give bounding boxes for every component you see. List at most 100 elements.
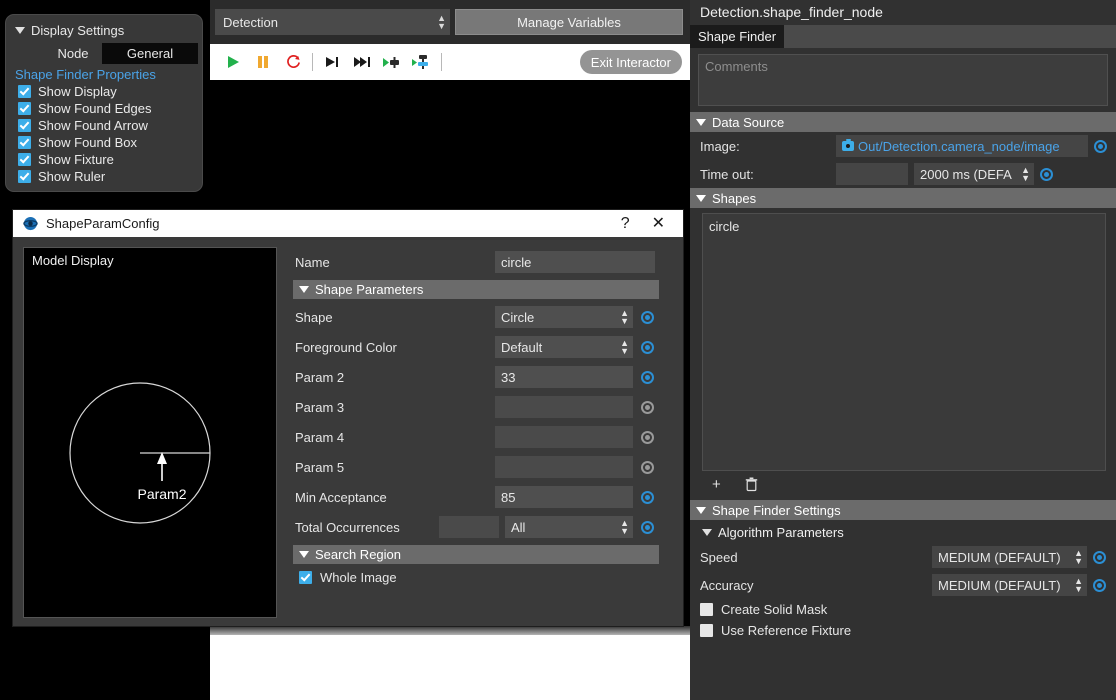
row-whole-image[interactable]: Whole Image	[287, 567, 673, 588]
run-to-node-icon[interactable]	[407, 47, 437, 77]
dialog-title-text: ShapeParamConfig	[46, 216, 160, 231]
dialog-titlebar[interactable]: ShapeParamConfig ? ✕	[13, 210, 683, 237]
shape-binding-indicator[interactable]	[640, 310, 654, 324]
param-5-input[interactable]	[495, 456, 633, 478]
algorithm-parameters-label: Algorithm Parameters	[718, 525, 844, 540]
timeout-unit-select[interactable]: 2000 ms (DEFA ▲ ▼	[914, 163, 1034, 185]
chevron-down-icon	[696, 194, 706, 202]
toolbar-separator-1	[312, 53, 313, 71]
min-acceptance-input[interactable]: 85	[495, 486, 633, 508]
label-show-found-edges: Show Found Edges	[38, 101, 152, 116]
list-item[interactable]: circle	[707, 218, 1105, 235]
param-3-label: Param 3	[295, 399, 345, 415]
shape-select[interactable]: Circle ▲ ▼	[495, 306, 633, 328]
chevron-down-icon	[15, 27, 25, 34]
display-settings-panel: Display Settings Node General Shape Find…	[5, 14, 203, 192]
toolbar-separator-2	[441, 53, 442, 71]
delete-shape-icon[interactable]	[745, 477, 758, 496]
param-4-binding-indicator[interactable]	[640, 430, 654, 444]
timeout-binding-indicator[interactable]	[1040, 167, 1053, 181]
image-source-field[interactable]: Out/Detection.camera_node/image	[836, 135, 1088, 157]
checkbox-row-show-fixture[interactable]: Show Fixture	[6, 151, 202, 168]
total-occurrences-input[interactable]	[439, 516, 499, 538]
total-occurrences-binding-indicator[interactable]	[640, 520, 654, 534]
checkbox-show-found-arrow[interactable]	[18, 119, 31, 132]
timeout-label: Time out:	[700, 166, 754, 182]
accuracy-select[interactable]: MEDIUM (DEFAULT) ▲ ▼	[932, 574, 1087, 596]
label-whole-image: Whole Image	[320, 570, 397, 585]
row-shape: Shape Circle ▲ ▼	[287, 302, 673, 332]
foreground-color-binding-indicator[interactable]	[640, 340, 654, 354]
param-5-label: Param 5	[295, 459, 345, 475]
row-use-reference-fixture[interactable]: Use Reference Fixture	[690, 620, 1116, 641]
min-acceptance-binding-indicator[interactable]	[640, 490, 654, 504]
param-2-input[interactable]: 33	[495, 366, 633, 388]
checkbox-whole-image[interactable]	[299, 571, 312, 584]
help-button[interactable]: ?	[621, 215, 630, 232]
param-3-input[interactable]	[495, 396, 633, 418]
foreground-color-select[interactable]: Default ▲ ▼	[495, 336, 633, 358]
pause-icon[interactable]	[248, 47, 278, 77]
checkbox-row-show-found-box[interactable]: Show Found Box	[6, 134, 202, 151]
checkbox-show-display[interactable]	[18, 85, 31, 98]
skip-forward-icon[interactable]	[347, 47, 377, 77]
exit-interactor-button[interactable]: Exit Interactor	[579, 50, 682, 74]
tab-node[interactable]: Node	[44, 43, 102, 64]
checkbox-create-solid-mask[interactable]	[700, 603, 713, 616]
node-properties-panel: Detection.shape_finder_node Shape Finder…	[690, 0, 1116, 700]
shapes-actions: +	[690, 471, 1116, 500]
shapes-list[interactable]: circle	[702, 213, 1106, 471]
node-path-title: Detection.shape_finder_node	[690, 0, 1116, 25]
image-binding-indicator[interactable]	[1094, 139, 1107, 153]
timeout-input[interactable]	[836, 163, 908, 185]
viewer-backdrop	[210, 80, 690, 210]
tab-general[interactable]: General	[102, 43, 198, 64]
model-display-canvas[interactable]: Model Display Param2	[23, 247, 277, 618]
run-node-icon[interactable]	[377, 47, 407, 77]
close-icon[interactable]: ✕	[652, 215, 665, 232]
param-2-label: Param 2	[295, 369, 345, 385]
speed-binding-indicator[interactable]	[1093, 550, 1106, 564]
section-shapes[interactable]: Shapes	[690, 188, 1116, 208]
section-search-region[interactable]: Search Region	[293, 545, 659, 564]
accuracy-label: Accuracy	[700, 577, 754, 593]
pipeline-select[interactable]: Detection ▲ ▼	[215, 9, 450, 35]
row-total-occurrences: Total Occurrences All ▲ ▼	[287, 512, 673, 542]
checkbox-show-found-box[interactable]	[18, 136, 31, 149]
param-3-binding-indicator[interactable]	[640, 400, 654, 414]
speed-select[interactable]: MEDIUM (DEFAULT) ▲ ▼	[932, 546, 1087, 568]
checkbox-row-show-display[interactable]: Show Display	[6, 83, 202, 100]
section-shape-parameters[interactable]: Shape Parameters	[293, 280, 659, 299]
label-show-found-arrow: Show Found Arrow	[38, 118, 148, 133]
comments-input[interactable]: Comments	[698, 54, 1108, 106]
checkbox-show-found-edges[interactable]	[18, 102, 31, 115]
data-source-header-label: Data Source	[712, 114, 785, 130]
checkbox-show-fixture[interactable]	[18, 153, 31, 166]
row-create-solid-mask[interactable]: Create Solid Mask	[690, 599, 1116, 620]
step-forward-icon[interactable]	[317, 47, 347, 77]
manage-variables-button[interactable]: Manage Variables	[455, 9, 683, 35]
row-param-2: Param 2 33	[287, 362, 673, 392]
checkbox-row-show-ruler[interactable]: Show Ruler	[6, 168, 202, 185]
param-2-binding-indicator[interactable]	[640, 370, 654, 384]
play-icon[interactable]	[218, 47, 248, 77]
checkbox-use-reference-fixture[interactable]	[700, 624, 713, 637]
pipeline-select-value: Detection	[223, 14, 278, 30]
checkbox-row-show-found-edges[interactable]: Show Found Edges	[6, 100, 202, 117]
section-data-source[interactable]: Data Source	[690, 112, 1116, 132]
accuracy-binding-indicator[interactable]	[1093, 578, 1106, 592]
display-settings-header[interactable]: Display Settings	[6, 20, 202, 43]
tab-shape-finder[interactable]: Shape Finder	[690, 25, 785, 48]
name-input[interactable]: circle	[495, 251, 655, 273]
label-show-ruler: Show Ruler	[38, 169, 106, 184]
param-5-binding-indicator[interactable]	[640, 460, 654, 474]
checkbox-show-ruler[interactable]	[18, 170, 31, 183]
add-shape-icon[interactable]: +	[712, 477, 721, 496]
total-occurrences-mode-select[interactable]: All ▲ ▼	[505, 516, 633, 538]
checkbox-row-show-found-arrow[interactable]: Show Found Arrow	[6, 117, 202, 134]
section-shape-finder-settings[interactable]: Shape Finder Settings	[690, 500, 1116, 520]
reload-icon[interactable]	[278, 47, 308, 77]
subsection-algorithm-parameters[interactable]: Algorithm Parameters	[690, 520, 1116, 543]
shape-parameters-header-label: Shape Parameters	[315, 282, 424, 297]
param-4-input[interactable]	[495, 426, 633, 448]
